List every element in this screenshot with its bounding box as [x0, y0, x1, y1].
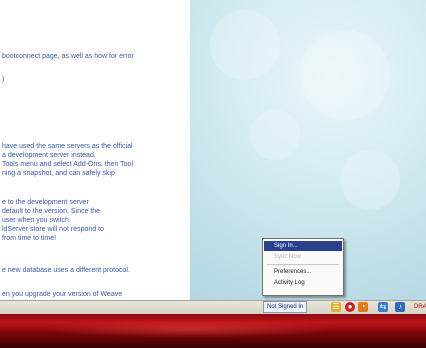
doc-line: user when you switch. [2, 217, 71, 224]
feed-icon[interactable]: ☰ [331, 302, 341, 312]
doc-line: ) [2, 76, 5, 83]
background-bubble [210, 10, 280, 80]
weave-status-button[interactable]: Not Signed In [263, 301, 308, 313]
weave-context-menu: Sign In... Sync Now Preferences... Activ… [262, 238, 344, 296]
document-pane: bootconnect page, as well as how for err… [0, 0, 190, 300]
menu-item-activity-log[interactable]: Activity Log [264, 278, 342, 288]
stop-icon[interactable]: ● [345, 302, 355, 312]
doc-line: ldServer store will not respond to [2, 226, 104, 233]
doc-paragraph-5: en you upgrade your version of Weave [2, 290, 122, 299]
menu-separator [267, 264, 339, 265]
volume-icon[interactable]: ♪ [395, 302, 405, 312]
background-bubble [250, 110, 300, 160]
doc-line: a development server instead. [2, 152, 96, 159]
menu-item-preferences[interactable]: Preferences... [264, 267, 342, 277]
doc-line: from time to time! [2, 235, 57, 242]
doc-line: bootconnect page, as well as how for err… [2, 53, 134, 60]
doc-line: have used the same servers as the offici… [2, 143, 133, 150]
menu-item-sync-now: Sync Now [274, 254, 302, 260]
network-icon[interactable]: ⇆ [378, 302, 388, 312]
doc-line: e new database uses a different protocol… [2, 267, 130, 274]
doc-line: default to the version. Since the [2, 208, 101, 215]
doc-paragraph-4: e new database uses a different protocol… [2, 266, 130, 275]
doc-paragraph-2: have used the same servers as the offici… [2, 142, 133, 178]
rss-icon[interactable]: ◔ [358, 302, 368, 312]
doc-line: en you upgrade your version of Weave [2, 291, 123, 298]
doc-line: Tools menu and select Add-Ons, then Tool [2, 161, 134, 168]
tray-label[interactable]: DRA [414, 302, 426, 312]
background-bubble [340, 150, 400, 210]
taskbar [0, 314, 426, 348]
doc-line: e to the development server [2, 199, 89, 206]
menu-item-sign-in[interactable]: Sign In... [264, 241, 342, 251]
doc-paragraph-1: bootconnect page, as well as how for err… [2, 52, 134, 84]
background-bubble [300, 30, 390, 120]
doc-line: ning a snapshot, and can safely skip [2, 170, 115, 177]
taskbar-glow [40, 320, 340, 338]
doc-paragraph-3: e to the development server default to t… [2, 198, 104, 243]
